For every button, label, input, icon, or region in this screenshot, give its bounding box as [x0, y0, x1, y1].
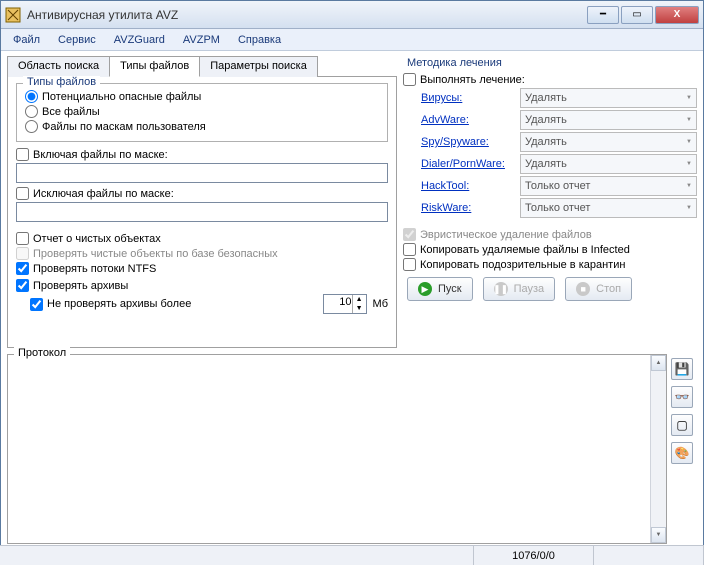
scroll-down-icon[interactable]: ▼ — [651, 527, 666, 543]
stop-button: ■ Стоп — [565, 277, 632, 301]
save-icon: 💾 — [675, 362, 690, 376]
chevron-down-icon: ▼ — [686, 139, 692, 145]
menu-service[interactable]: Сервис — [50, 32, 104, 48]
check-ntfs-streams-label[interactable]: Проверять потоки NTFS — [33, 263, 156, 275]
protocol-label: Протокол — [14, 347, 70, 359]
minimize-button[interactable]: ━ — [587, 6, 619, 24]
check-exclude-mask[interactable] — [16, 187, 29, 200]
link-hacktool[interactable]: HackTool: — [421, 180, 516, 192]
check-clean-safe — [16, 247, 29, 260]
clear-log-button[interactable]: ▢ — [671, 414, 693, 436]
spin-archive-size[interactable]: 10 ▲ ▼ — [323, 294, 367, 314]
spin-down-icon[interactable]: ▼ — [353, 304, 366, 313]
save-log-button[interactable]: 💾 — [671, 358, 693, 380]
combo-hacktool[interactable]: Только отчет▼ — [520, 176, 697, 196]
play-icon: ▶ — [418, 282, 432, 296]
check-include-mask-label[interactable]: Включая файлы по маске: — [33, 149, 168, 161]
check-do-treat[interactable] — [403, 73, 416, 86]
radio-all-files-label[interactable]: Все файлы — [42, 106, 100, 118]
radio-all-files[interactable] — [25, 105, 38, 118]
window-title: Антивирусная утилита AVZ — [27, 8, 587, 22]
check-clean-safe-label: Проверять чистые объекты по базе безопас… — [33, 248, 278, 260]
tab-search-params[interactable]: Параметры поиска — [199, 56, 318, 77]
check-skip-large-label[interactable]: Не проверять архивы более — [47, 298, 191, 310]
protocol-log[interactable]: Протокол ▲ ▼ — [7, 354, 667, 544]
radio-user-masks[interactable] — [25, 120, 38, 133]
chevron-down-icon: ▼ — [686, 161, 692, 167]
chevron-down-icon: ▼ — [686, 117, 692, 123]
radio-dangerous-files[interactable] — [25, 90, 38, 103]
check-exclude-mask-label[interactable]: Исключая файлы по маске: — [33, 188, 174, 200]
status-counts: 1076/0/0 — [512, 550, 555, 562]
check-copy-infected-label[interactable]: Копировать удаляемые файлы в Infected — [420, 244, 630, 256]
options-log-button[interactable]: 🎨 — [671, 442, 693, 464]
treatment-heading: Методика лечения — [407, 57, 697, 69]
scroll-up-icon[interactable]: ▲ — [651, 355, 666, 371]
check-report-clean[interactable] — [16, 232, 29, 245]
chevron-down-icon: ▼ — [686, 95, 692, 101]
app-icon — [5, 7, 21, 23]
chevron-down-icon: ▼ — [686, 183, 692, 189]
check-include-mask[interactable] — [16, 148, 29, 161]
pause-button: ❚❚ Пауза — [483, 277, 556, 301]
input-exclude-mask[interactable] — [16, 202, 388, 222]
menu-bar: Файл Сервис AVZGuard AVZPM Справка — [1, 29, 703, 51]
check-archives[interactable] — [16, 279, 29, 292]
link-riskware[interactable]: RiskWare: — [421, 202, 516, 214]
tab-panel-file-types: Типы файлов Потенциально опасные файлы В… — [7, 76, 397, 348]
combo-spyware[interactable]: Удалять▼ — [520, 132, 697, 152]
combo-advware[interactable]: Удалять▼ — [520, 110, 697, 130]
menu-avzpm[interactable]: AVZPM — [175, 32, 228, 48]
menu-file[interactable]: Файл — [5, 32, 48, 48]
close-button[interactable]: X — [655, 6, 699, 24]
palette-icon: 🎨 — [675, 446, 690, 460]
check-skip-large[interactable] — [30, 298, 43, 311]
spin-unit-label: Мб — [373, 298, 388, 310]
chevron-down-icon: ▼ — [686, 205, 692, 211]
stop-icon: ■ — [576, 282, 590, 296]
status-bar: 1076/0/0 — [0, 545, 704, 565]
link-spyware[interactable]: Spy/Spyware: — [421, 136, 516, 148]
spin-archive-size-value: 10 — [339, 296, 351, 308]
maximize-button[interactable]: ▭ — [621, 6, 653, 24]
spin-up-icon[interactable]: ▲ — [353, 295, 366, 304]
check-heur-delete — [403, 228, 416, 241]
combo-riskware[interactable]: Только отчет▼ — [520, 198, 697, 218]
check-report-clean-label[interactable]: Отчет о чистых объектах — [33, 233, 161, 245]
menu-avzguard[interactable]: AVZGuard — [106, 32, 173, 48]
start-button[interactable]: ▶ Пуск — [407, 277, 473, 301]
input-include-mask[interactable] — [16, 163, 388, 183]
menu-help[interactable]: Справка — [230, 32, 289, 48]
combo-dialer[interactable]: Удалять▼ — [520, 154, 697, 174]
pause-icon: ❚❚ — [494, 282, 508, 296]
check-copy-quarantine[interactable] — [403, 258, 416, 271]
tab-search-area[interactable]: Область поиска — [7, 56, 110, 77]
check-heur-delete-label: Эвристическое удаление файлов — [420, 229, 592, 241]
link-advware[interactable]: AdvWare: — [421, 114, 516, 126]
check-do-treat-label[interactable]: Выполнять лечение: — [420, 74, 525, 86]
combo-virus[interactable]: Удалять▼ — [520, 88, 697, 108]
page-icon: ▢ — [676, 418, 687, 432]
check-archives-label[interactable]: Проверять архивы — [33, 280, 128, 292]
radio-dangerous-files-label[interactable]: Потенциально опасные файлы — [42, 91, 201, 103]
glasses-icon: 👓 — [675, 390, 690, 404]
check-copy-quarantine-label[interactable]: Копировать подозрительные в карантин — [420, 259, 625, 271]
scrollbar-vertical[interactable]: ▲ ▼ — [650, 355, 666, 543]
check-ntfs-streams[interactable] — [16, 262, 29, 275]
radio-user-masks-label[interactable]: Файлы по маскам пользователя — [42, 121, 206, 133]
view-log-button[interactable]: 👓 — [671, 386, 693, 408]
link-dialer[interactable]: Dialer/PornWare: — [421, 158, 516, 170]
tab-file-types[interactable]: Типы файлов — [109, 56, 200, 77]
check-copy-infected[interactable] — [403, 243, 416, 256]
link-virus[interactable]: Вирусы: — [421, 92, 516, 104]
file-types-legend: Типы файлов — [23, 76, 100, 88]
